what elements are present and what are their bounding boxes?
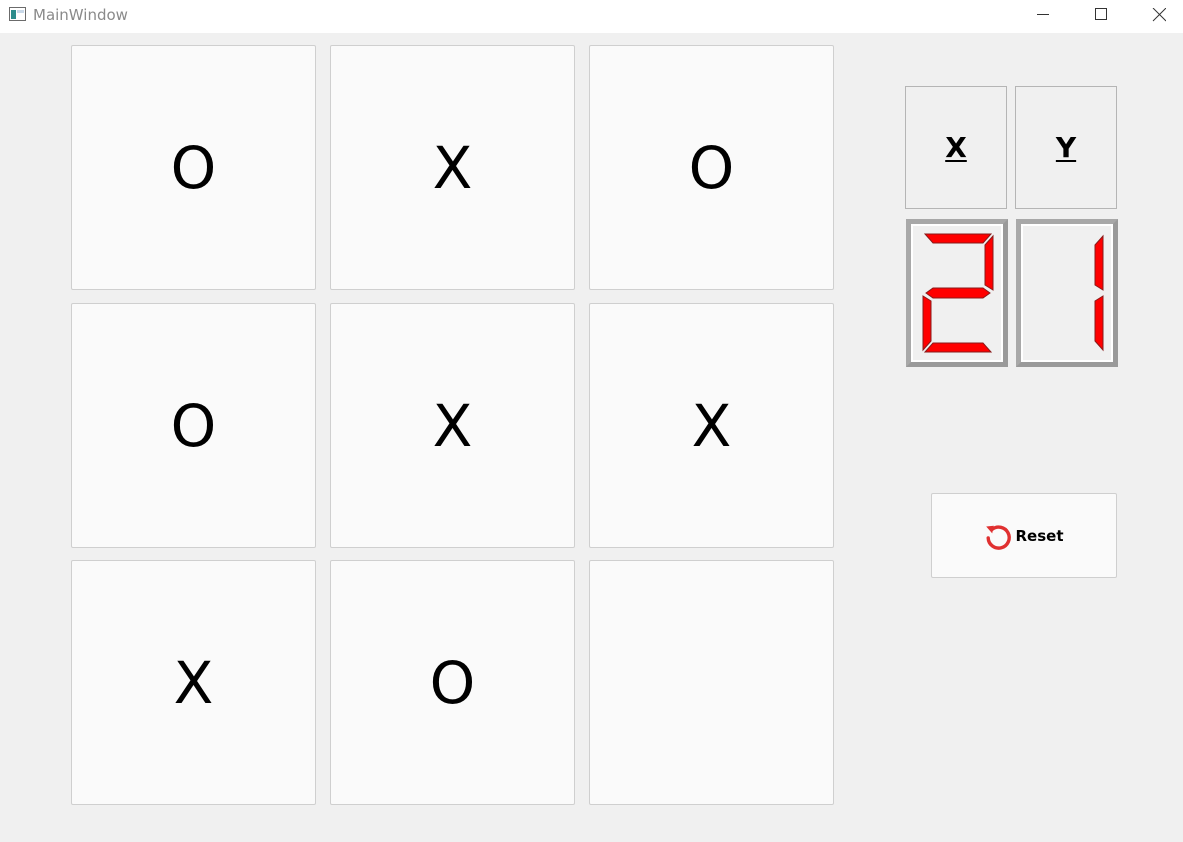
- lcd-segment-b: [1094, 234, 1104, 291]
- app-window-icon: [9, 7, 26, 21]
- score-x-digit: [922, 233, 994, 353]
- minimize-icon: [1037, 14, 1049, 15]
- board-cell-2[interactable]: X: [330, 45, 575, 290]
- reset-label: Reset: [1015, 526, 1064, 545]
- lcd-segment-c: [1094, 295, 1104, 352]
- player-x-label: X: [945, 131, 967, 164]
- lcd-segment-a: [923, 233, 993, 244]
- close-icon: [1152, 8, 1166, 22]
- board-cell-5[interactable]: X: [330, 303, 575, 548]
- maximize-icon: [1095, 8, 1107, 20]
- board-cell-6[interactable]: X: [589, 303, 834, 548]
- score-display-y: 1: [1016, 219, 1118, 367]
- close-button[interactable]: [1130, 0, 1183, 30]
- title-bar: MainWindow: [0, 0, 1183, 33]
- reset-button[interactable]: Reset: [931, 493, 1117, 578]
- board-cell-9[interactable]: [589, 560, 834, 805]
- lcd-segment-g: [925, 287, 991, 299]
- board-cell-7[interactable]: X: [71, 560, 316, 805]
- score-display-x: 2: [906, 219, 1008, 367]
- minimize-button[interactable]: [1014, 0, 1072, 30]
- window-title: MainWindow: [33, 6, 128, 24]
- player-x-button[interactable]: X: [905, 86, 1007, 209]
- player-y-label: Y: [1055, 131, 1077, 164]
- reset-icon: [985, 524, 1011, 550]
- board-cell-3[interactable]: O: [589, 45, 834, 290]
- lcd-segment-b: [984, 234, 994, 291]
- lcd-segment-d: [923, 342, 993, 353]
- board-cell-1[interactable]: O: [71, 45, 316, 290]
- maximize-button[interactable]: [1072, 0, 1130, 30]
- board-cell-8[interactable]: O: [330, 560, 575, 805]
- lcd-segment-e: [922, 295, 932, 352]
- board-cell-4[interactable]: O: [71, 303, 316, 548]
- score-y-digit: [1094, 234, 1104, 352]
- player-y-button[interactable]: Y: [1015, 86, 1117, 209]
